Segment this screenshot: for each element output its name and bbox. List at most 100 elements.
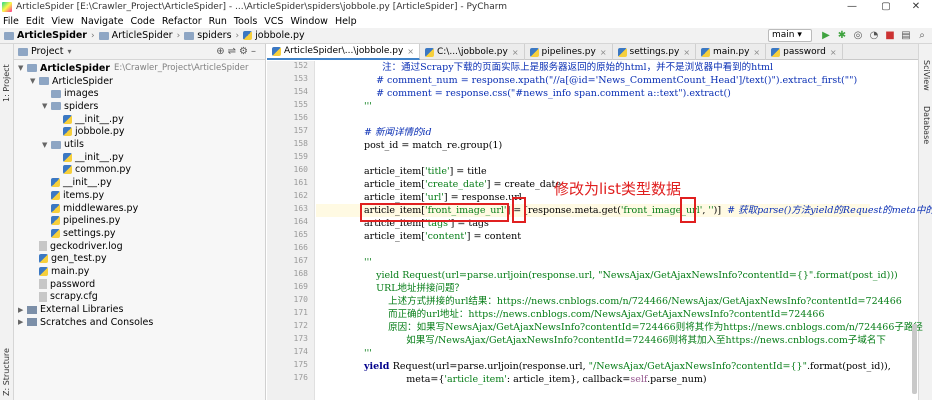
sciview-tool-button[interactable]: SciView xyxy=(922,60,931,91)
tree-item[interactable]: geckodriver.log xyxy=(30,240,123,253)
tree-item[interactable]: ▼ utils xyxy=(42,138,84,151)
tree-item[interactable]: ▶ External Libraries xyxy=(18,303,123,316)
tree-item[interactable]: ▶ Scratches and Consoles xyxy=(18,316,153,329)
breadcrumb-file[interactable]: jobbole.py xyxy=(243,30,305,41)
close-tab-icon[interactable]: × xyxy=(600,48,607,57)
code-line[interactable]: URL地址拼接问题？ xyxy=(316,282,870,295)
breadcrumb-package[interactable]: ArticleSpider › xyxy=(98,30,185,41)
code-line[interactable]: yield Request(url=parse.urljoin(response… xyxy=(316,269,898,282)
close-tab-icon[interactable]: × xyxy=(683,48,690,57)
tree-item[interactable]: gen_test.py xyxy=(30,253,107,266)
debug-icon[interactable]: ✱ xyxy=(836,30,848,42)
code-line[interactable]: ''' xyxy=(316,256,870,269)
tree-item[interactable]: ▼ ArticleSpider xyxy=(30,75,113,88)
code-line[interactable]: # comment_num = response.xpath("//a[@id=… xyxy=(316,74,870,87)
tree-item[interactable]: main.py xyxy=(30,265,89,278)
collapse-arrow-icon[interactable]: ▶ xyxy=(18,306,27,314)
stop-icon[interactable]: ■ xyxy=(884,30,896,42)
minimize-button[interactable]: — xyxy=(836,0,868,14)
project-tool-button[interactable]: 1: Project xyxy=(2,64,11,102)
tree-item[interactable]: __init__.py xyxy=(54,151,124,164)
tree-item[interactable]: pipelines.py xyxy=(42,214,120,227)
editor-tab[interactable]: password × xyxy=(766,44,843,60)
locate-icon[interactable]: ⊕ xyxy=(216,46,227,57)
menu-vcs[interactable]: VCS xyxy=(261,16,287,27)
coverage-icon[interactable]: ◎ xyxy=(852,30,864,42)
menu-help[interactable]: Help xyxy=(332,16,361,27)
code-line[interactable] xyxy=(316,152,870,165)
tree-item[interactable]: jobbole.py xyxy=(54,126,124,139)
menu-edit[interactable]: Edit xyxy=(23,16,48,27)
editor-tab[interactable]: main.py × xyxy=(696,44,767,60)
editor-tab[interactable]: pipelines.py × xyxy=(525,44,613,60)
collapse-arrow-icon[interactable]: ▶ xyxy=(18,318,27,326)
code-line[interactable]: article_item['title'] = title xyxy=(316,165,870,178)
tree-item[interactable]: images xyxy=(42,87,99,100)
editor-tab[interactable]: C:\...\jobbole.py × xyxy=(420,44,525,60)
build-icon[interactable]: ▤ xyxy=(900,30,912,42)
close-tab-icon[interactable]: × xyxy=(753,48,760,57)
expand-arrow-icon[interactable]: ▼ xyxy=(42,102,51,110)
code-line[interactable]: ''' xyxy=(316,347,870,360)
tree-item[interactable]: __init__.py xyxy=(54,113,124,126)
expand-arrow-icon[interactable]: ▼ xyxy=(42,141,51,149)
expand-arrow-icon[interactable]: ▼ xyxy=(18,64,27,72)
code-line[interactable]: ''' xyxy=(316,100,870,113)
run-config-selector[interactable]: main ▾ xyxy=(768,29,812,42)
editor-tab[interactable]: ArticleSpider\...\jobbole.py × xyxy=(267,44,420,60)
breadcrumb-spiders[interactable]: spiders › xyxy=(184,30,243,41)
breadcrumb-project[interactable]: ArticleSpider › xyxy=(4,30,99,41)
code-line[interactable]: meta={'article_item': article_item}, cal… xyxy=(316,373,870,386)
editor-scrollbar[interactable] xyxy=(912,324,917,394)
code-line[interactable]: yield Request(url=parse.urljoin(response… xyxy=(316,360,891,373)
folder-icon xyxy=(27,64,37,73)
code-line[interactable] xyxy=(316,243,870,256)
code-line[interactable]: 而正确的url地址：https://news.cnblogs.com/NewsA… xyxy=(316,308,870,321)
close-tab-icon[interactable]: × xyxy=(512,48,519,57)
menu-view[interactable]: View xyxy=(48,16,78,27)
expand-arrow-icon[interactable]: ▼ xyxy=(30,77,39,85)
tree-item[interactable]: ▼ ArticleSpider E:\Crawler_Project\Article… xyxy=(18,62,249,75)
tree-item[interactable]: items.py xyxy=(42,189,104,202)
database-tool-button[interactable]: Database xyxy=(922,106,931,144)
tree-item[interactable]: ▼ spiders xyxy=(42,100,98,113)
menu-tools[interactable]: Tools xyxy=(231,16,261,27)
menu-file[interactable]: File xyxy=(0,16,23,27)
code-line[interactable]: # 新闻详情的id xyxy=(316,126,870,139)
tree-item[interactable]: middlewares.py xyxy=(42,202,138,215)
gear-icon[interactable]: ⚙ xyxy=(239,46,251,57)
collapse-icon[interactable]: ⇌ xyxy=(228,46,239,57)
hide-icon[interactable]: – xyxy=(251,46,259,57)
search-icon[interactable]: ⌕ xyxy=(916,30,928,42)
structure-tool-button[interactable]: Z: Structure xyxy=(2,348,11,396)
menu-code[interactable]: Code xyxy=(127,16,158,27)
code-line[interactable] xyxy=(316,113,870,126)
menu-run[interactable]: Run xyxy=(206,16,231,27)
code-line[interactable]: 注：通过Scrapy下载的页面实际上是服务器返回的原始的html，并不是浏览器中… xyxy=(316,61,870,74)
tree-item[interactable]: password xyxy=(30,278,95,291)
code-line[interactable]: 如果写/NewsAjax/GetAjaxNewsInfo?contentId=7… xyxy=(316,334,886,347)
close-tab-icon[interactable]: × xyxy=(407,47,414,56)
menu-window[interactable]: Window xyxy=(287,16,331,27)
tree-item[interactable]: common.py xyxy=(54,164,131,177)
chevron-down-icon[interactable]: ▾ xyxy=(68,47,72,56)
close-tab-icon[interactable]: × xyxy=(830,48,837,57)
tree-item[interactable]: scrapy.cfg xyxy=(30,291,98,304)
code-line[interactable]: # comment = response.css("#news_info spa… xyxy=(316,87,870,100)
code-line[interactable]: 原因：如果写NewsAjax/GetAjaxNewsInfo?contentId… xyxy=(316,321,923,334)
tree-item[interactable]: settings.py xyxy=(42,227,116,240)
code-line[interactable]: 上述方式拼接的url结果：https://news.cnblogs.com/n/… xyxy=(316,295,902,308)
profile-icon[interactable]: ◔ xyxy=(868,30,880,42)
menu-refactor[interactable]: Refactor xyxy=(159,16,206,27)
code-line[interactable]: article_item['content'] = content xyxy=(316,230,870,243)
tree-item-label: main.py xyxy=(51,266,90,278)
menu-navigate[interactable]: Navigate xyxy=(78,16,128,27)
maximize-button[interactable]: ▢ xyxy=(870,0,902,14)
tree-item-label: External Libraries xyxy=(40,304,124,316)
tree-item[interactable]: __init__.py xyxy=(42,176,112,189)
code-line[interactable]: post_id = match_re.group(1) xyxy=(316,139,870,152)
close-button[interactable]: ✕ xyxy=(900,0,932,14)
run-icon[interactable]: ▶ xyxy=(820,30,832,42)
code-editor[interactable]: meta={'article_item': article_item}, cal… xyxy=(316,61,932,400)
editor-tab[interactable]: settings.py × xyxy=(613,44,697,60)
